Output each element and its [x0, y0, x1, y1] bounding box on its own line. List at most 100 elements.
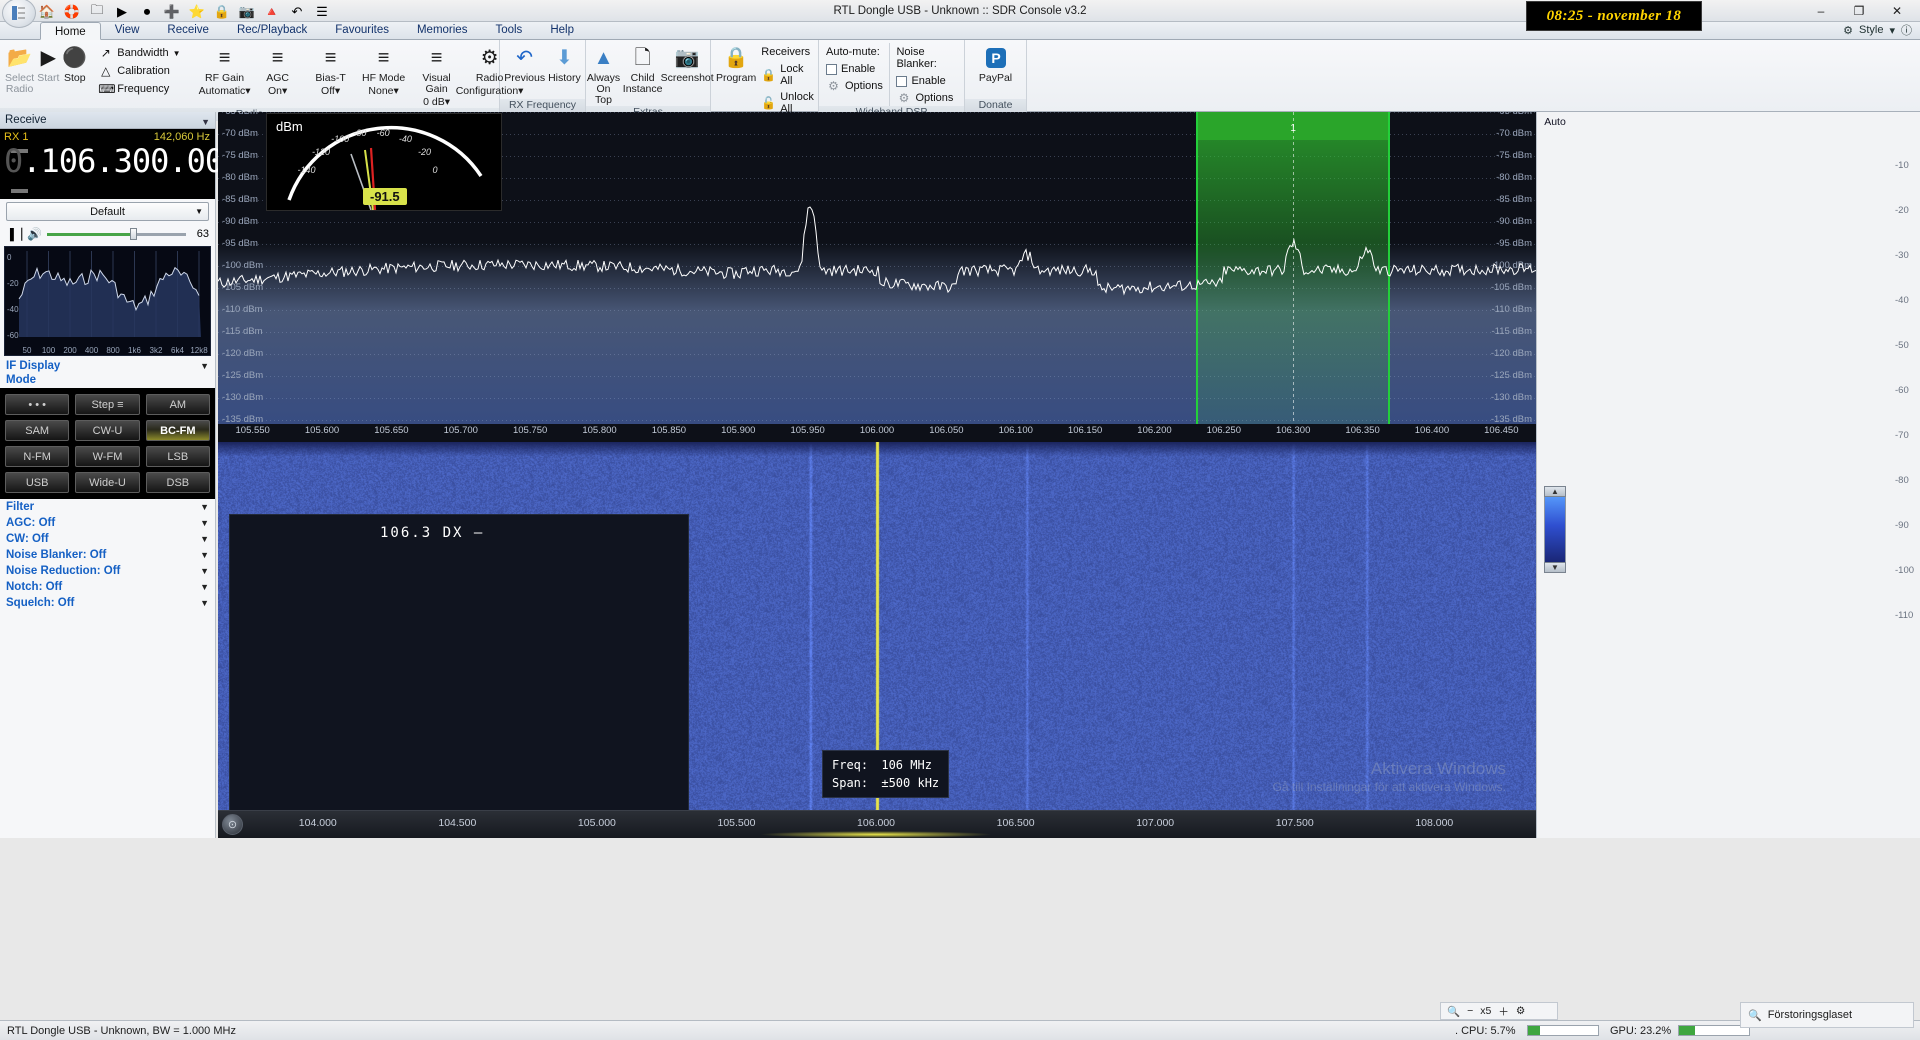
auto-mute-options-button[interactable]: ⚙ Options: [824, 78, 889, 94]
hf-mode-dropdown[interactable]: ≡HF ModeNone▾: [358, 43, 410, 108]
colorbar-lower-handle[interactable]: ▼: [1544, 562, 1566, 573]
lock-icon[interactable]: 🔒: [213, 3, 231, 21]
magnifier-plus-button[interactable]: ＋: [1498, 1004, 1509, 1019]
tab-home[interactable]: Home: [40, 22, 101, 40]
mode-button-am[interactable]: AM: [146, 394, 210, 415]
screenshot-button[interactable]: 📷 Screenshot: [665, 43, 709, 84]
help-circle-icon[interactable]: ⓘ: [1901, 22, 1912, 38]
visual-gain-dropdown[interactable]: ≡Visual Gain0 dB▾: [411, 43, 463, 108]
start-button[interactable]: ▶ Start: [37, 43, 59, 84]
waterfall-display[interactable]: 106.3 DX – Freq: 106 MHz Span: ±500 kHz …: [218, 442, 1536, 810]
watermark-line-2: Gå till Inställningar för att aktivera W…: [1273, 778, 1506, 796]
mode-button-wide-u[interactable]: Wide-U: [75, 472, 139, 493]
minimize-button[interactable]: –: [1802, 1, 1840, 22]
magnifier-minus-button[interactable]: −: [1467, 1005, 1473, 1017]
frequency-digits[interactable]: 0.106.300.000: [4, 142, 241, 180]
child-instance-button[interactable]: 🗋 Child Instance: [623, 43, 662, 95]
waterfall-color-bar[interactable]: [1544, 492, 1566, 566]
option-noise-blanker-off[interactable]: Noise Blanker: Off▼: [0, 547, 215, 563]
tuning-bar[interactable]: ⊙ 104.000104.500105.000105.500106.000106…: [218, 810, 1536, 838]
chevron-down-icon[interactable]: ▾: [1889, 24, 1895, 37]
maximize-button[interactable]: ❐: [1840, 1, 1878, 22]
tab-tools[interactable]: Tools: [481, 21, 536, 39]
mode-button-bc-fm[interactable]: BC-FM: [146, 420, 210, 441]
auto-mute-enable-checkbox[interactable]: Enable: [824, 62, 889, 76]
mode-button-dsb[interactable]: DSB: [146, 472, 210, 493]
undo-icon[interactable]: ↶: [288, 3, 306, 21]
tuning-scale[interactable]: 104.000104.500105.000105.500106.000106.5…: [248, 811, 1532, 838]
tuning-knob-icon[interactable]: ⊙: [222, 814, 243, 835]
frequency-button[interactable]: ⌨ Frequency: [96, 81, 185, 97]
s-meter-value: -91.5: [363, 188, 407, 205]
always-on-top-button[interactable]: ▲ Always On Top: [587, 43, 620, 106]
auto-mute-enable-label: Enable: [841, 63, 875, 75]
profile-select[interactable]: Default ▼: [6, 202, 209, 221]
mode-button-w-fm[interactable]: W-FM: [75, 446, 139, 467]
freq-down-marker[interactable]: [11, 189, 28, 193]
overflow-icon[interactable]: ☰: [313, 3, 331, 21]
option-squelch-off[interactable]: Squelch: Off▼: [0, 595, 215, 611]
gpu-usage-fill: [1679, 1026, 1695, 1035]
mode-button-usb[interactable]: USB: [5, 472, 69, 493]
magnifier-label: Förstoringsglaset: [1768, 1009, 1852, 1021]
camera-icon[interactable]: 📷: [238, 3, 256, 21]
list-icon: ≡: [325, 45, 337, 71]
option-agc-off[interactable]: AGC: Off▼: [0, 515, 215, 531]
stop-icon[interactable]: ⏺: [138, 3, 156, 21]
folder-icon[interactable]: 🗀: [88, 3, 106, 21]
spectrum-x-tick: 106.350: [1345, 425, 1379, 436]
slider-knob[interactable]: [130, 228, 137, 240]
frequency-display[interactable]: RX 1 142,060 Hz 0.106.300.000: [0, 129, 215, 199]
magnifier-tool-hint[interactable]: 🔍 Förstoringsglaset: [1740, 1002, 1914, 1028]
add-icon[interactable]: ➕: [163, 3, 181, 21]
option-noise-reduction-off[interactable]: Noise Reduction: Off▼: [0, 563, 215, 579]
tab-help[interactable]: Help: [536, 21, 588, 39]
lock-all-button[interactable]: 🔒 Lock All: [759, 62, 819, 88]
close-button[interactable]: ✕: [1878, 1, 1916, 22]
stop-button[interactable]: ⚫ Stop: [62, 43, 87, 84]
select-radio-label: Select Radio: [5, 73, 34, 95]
lifebuoy-icon[interactable]: 🛟: [63, 3, 81, 21]
mode-button-step-[interactable]: Step ≡: [75, 394, 139, 415]
rf-gain-dropdown[interactable]: ≡RF GainAutomatic▾: [199, 43, 251, 108]
magnifier-settings-icon[interactable]: ⚙: [1516, 1005, 1525, 1017]
home-icon[interactable]: 🏠: [38, 3, 56, 21]
magnifier-zoom-controls[interactable]: 🔍 − x5 ＋ ⚙: [1440, 1002, 1558, 1020]
calibration-button[interactable]: △ Calibration: [96, 63, 185, 79]
mode-button-sam[interactable]: SAM: [5, 420, 69, 441]
mode-button-n-fm[interactable]: N-FM: [5, 446, 69, 467]
status-bar: RTL Dongle USB - Unknown, BW = 1.000 MHz…: [0, 1020, 1920, 1040]
auto-mute-header: Auto-mute:: [824, 45, 889, 60]
option-filter[interactable]: Filter▼: [0, 499, 215, 515]
agc-dropdown[interactable]: ≡AGCOn▾: [252, 43, 304, 108]
noise-blanker-enable-checkbox[interactable]: Enable: [894, 74, 959, 88]
previous-frequency-button[interactable]: ↶ Previous: [504, 43, 545, 84]
chevron-down-icon: ▼: [195, 207, 203, 216]
star-icon[interactable]: ⭐: [188, 3, 206, 21]
noise-blanker-options-button[interactable]: ⚙ Options: [894, 90, 959, 106]
mode-button--[interactable]: • • •: [5, 394, 69, 415]
tab-favourites[interactable]: Favourites: [321, 21, 403, 39]
auto-scale-button[interactable]: Auto: [1540, 114, 1570, 130]
program-lock-button[interactable]: 🔒 Program: [716, 43, 756, 84]
history-button[interactable]: ⬇ History: [548, 43, 581, 84]
mode-button-lsb[interactable]: LSB: [146, 446, 210, 467]
bias-t-dropdown[interactable]: ≡Bias-TOff▾: [305, 43, 357, 108]
select-radio-button[interactable]: 📂 Select Radio: [5, 43, 34, 95]
option-notch-off[interactable]: Notch: Off▼: [0, 579, 215, 595]
paypal-button[interactable]: P PayPal: [970, 43, 1021, 84]
bandwidth-button[interactable]: ↗ Bandwidth ▼: [96, 45, 185, 61]
mode-link[interactable]: Mode: [0, 374, 215, 388]
colorbar-upper-handle[interactable]: ▲: [1544, 486, 1566, 497]
if-display-link[interactable]: IF Display ▼: [0, 358, 215, 374]
play-icon[interactable]: ▶: [113, 3, 131, 21]
tab-memories[interactable]: Memories: [403, 21, 481, 39]
style-label[interactable]: Style: [1859, 24, 1883, 36]
volume-slider[interactable]: [47, 228, 186, 240]
style-gear-icon[interactable]: ⚙: [1843, 24, 1853, 37]
mode-button-cw-u[interactable]: CW-U: [75, 420, 139, 441]
option-cw-off[interactable]: CW: Off▼: [0, 531, 215, 547]
antenna-icon[interactable]: 🔺: [263, 3, 281, 21]
speaker-icon[interactable]: 🔊: [27, 227, 42, 241]
levels-icon[interactable]: ▐▕: [6, 228, 22, 241]
